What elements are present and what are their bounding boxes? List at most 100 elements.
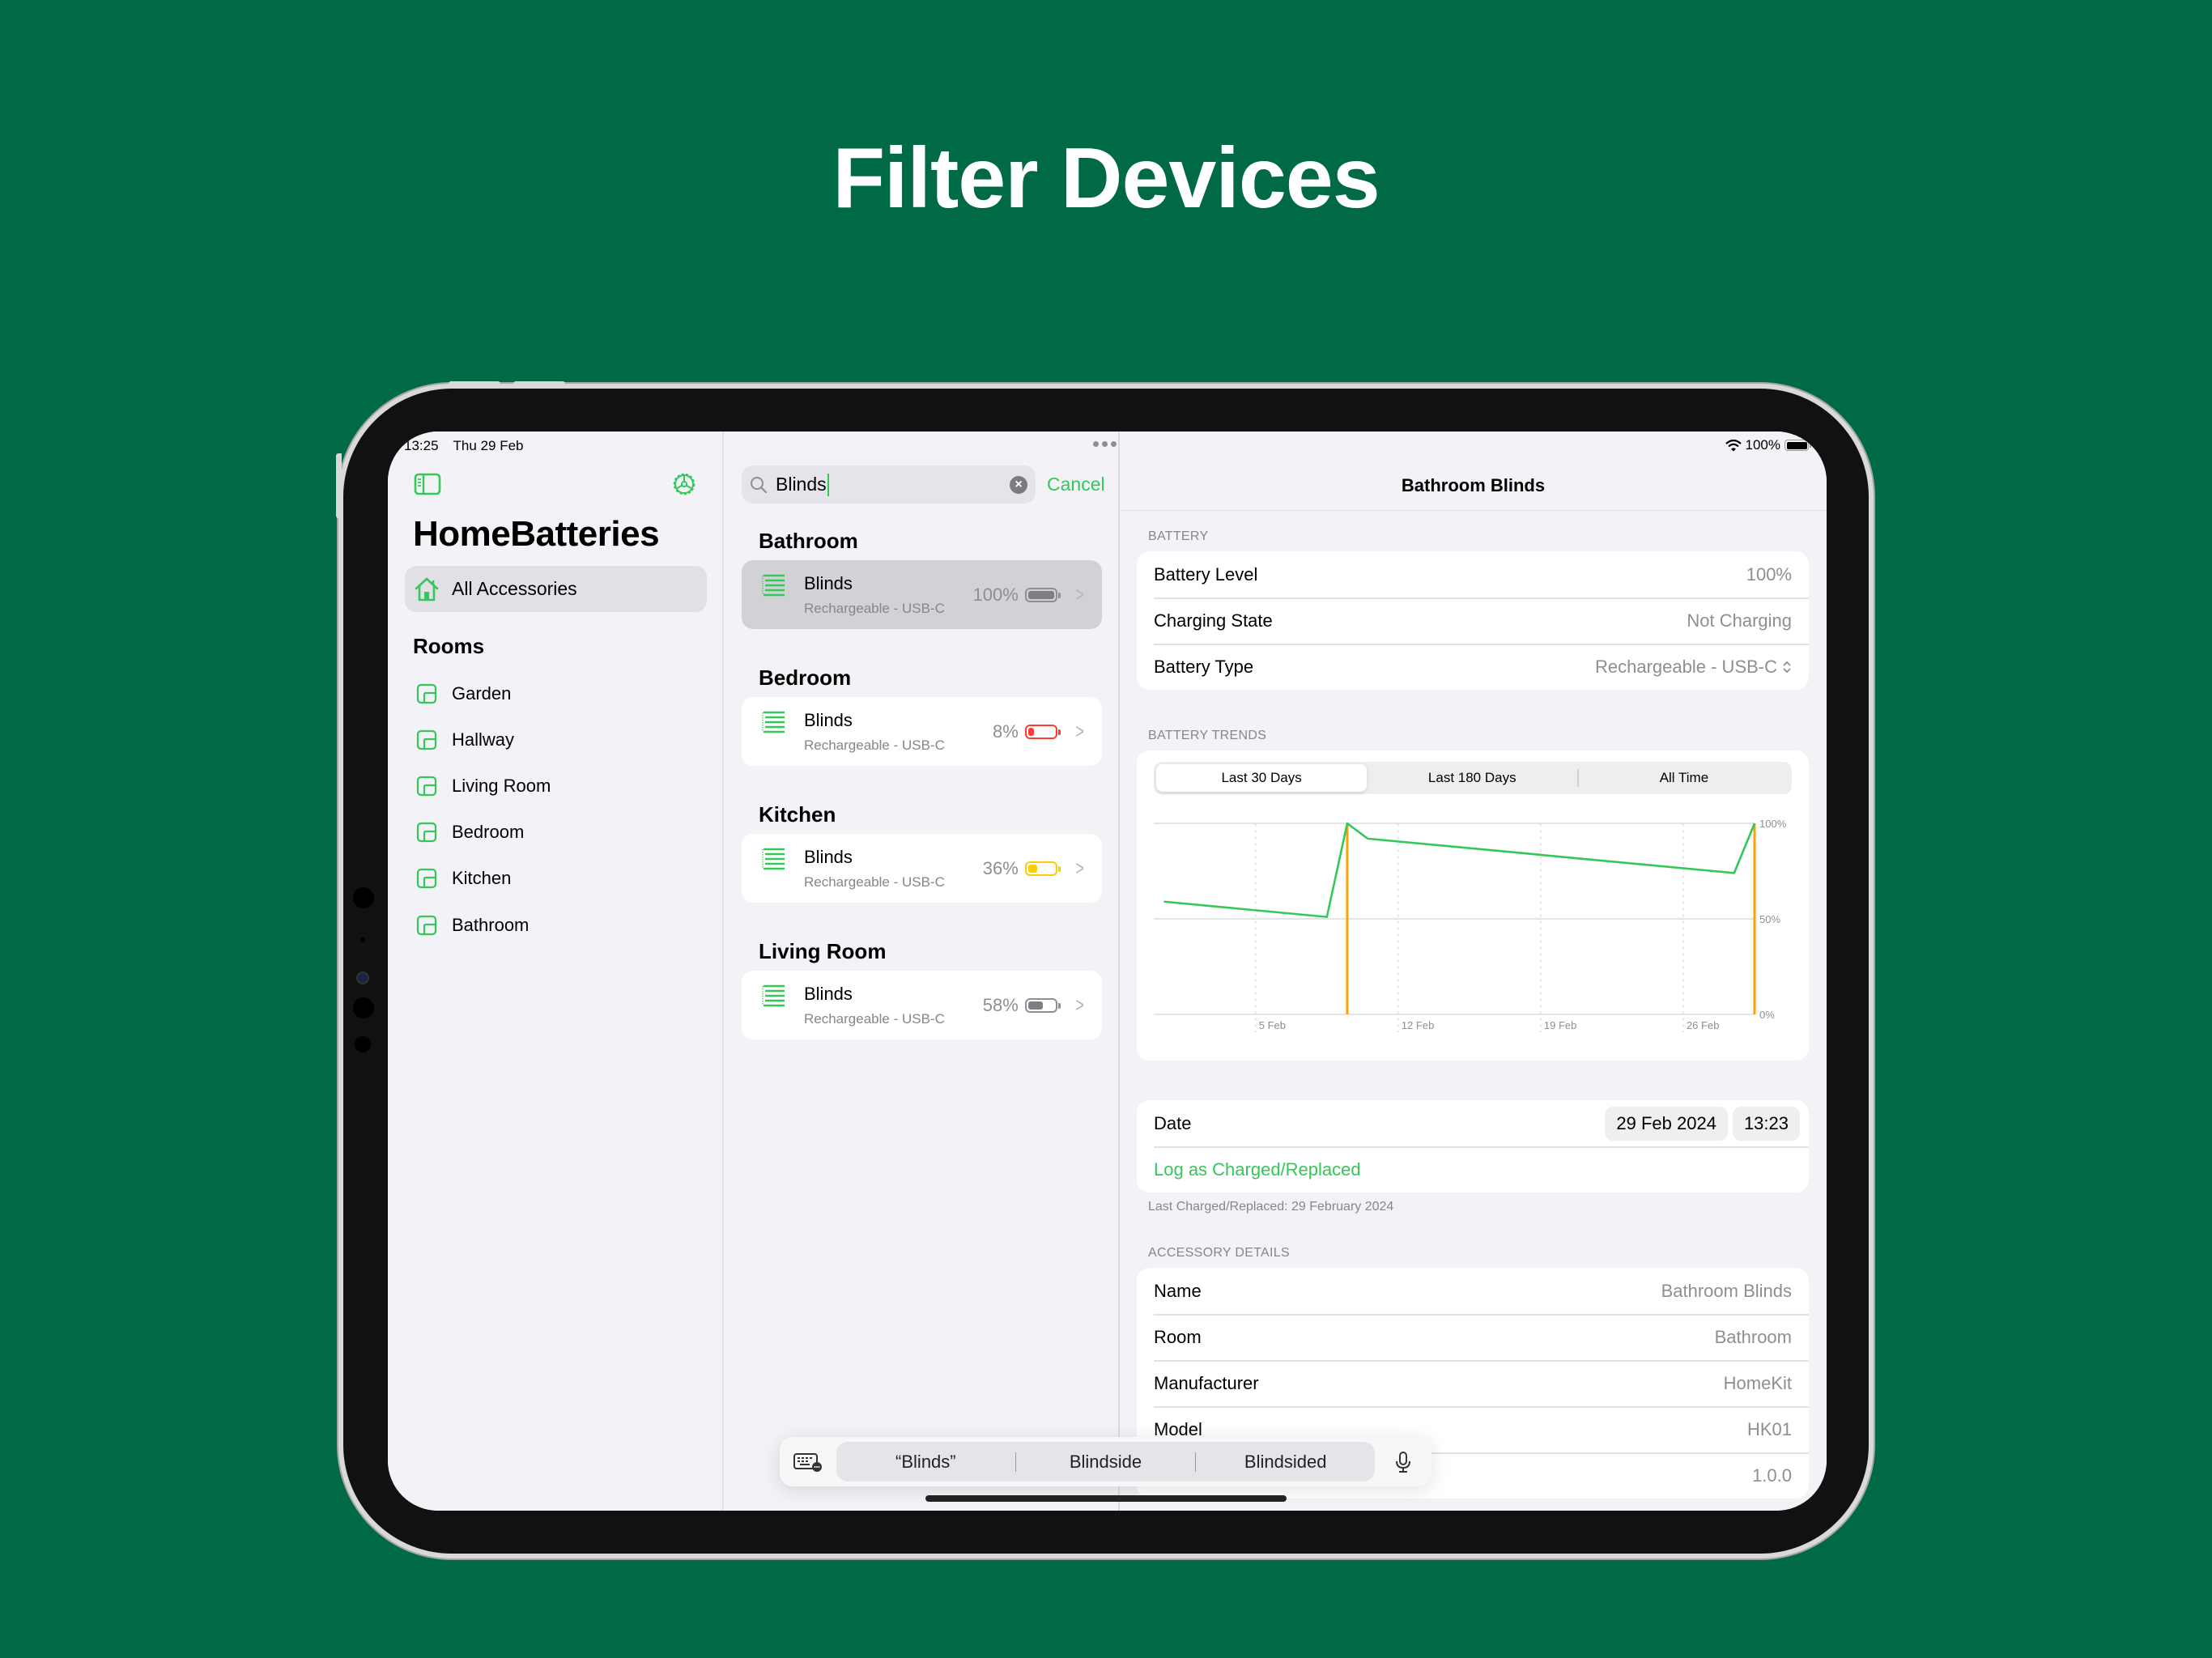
room-label: Kitchen [452,868,512,889]
battery-section-heading: BATTERY [1148,529,1209,543]
room-label: Living Room [452,775,551,796]
room-label: Garden [452,682,512,704]
device-row-living-room-blinds[interactable]: Blinds Rechargeable - USB-C 58% > [742,971,1102,1039]
volume-button [449,381,500,387]
microphone-icon [1396,1451,1410,1473]
battery-type-picker[interactable]: Rechargeable - USB-C [1595,657,1792,678]
chevron-up-down-icon [1783,661,1791,673]
results-column: Blinds × Cancel Bathroom Blinds Recharge… [724,432,1120,1511]
device-name: Blinds [804,710,853,730]
text-caret [827,473,830,496]
blinds-icon [761,710,785,738]
section-heading: Kitchen [759,802,836,827]
room-label: Bedroom [452,822,525,843]
row-value: HomeKit [1723,1372,1792,1393]
battery-level-row: Battery Level 100% [1137,551,1809,597]
house-icon [413,576,440,602]
row-value: Bathroom Blinds [1661,1280,1792,1301]
row-value: HK01 [1746,1418,1792,1439]
sidebar-item-living-room[interactable]: Living Room [405,763,707,809]
device-battery-type: Rechargeable - USB-C [804,601,945,616]
volume-button [513,381,565,387]
trends-section-heading: BATTERY TRENDS [1148,729,1267,742]
row-label: Manufacturer [1154,1372,1259,1393]
sidebar-toggle-icon [414,473,441,495]
section-heading: Bedroom [759,665,852,690]
section-heading: Living Room [759,939,887,963]
search-field[interactable]: Blinds × [742,466,1036,504]
device-row-kitchen-blinds[interactable]: Blinds Rechargeable - USB-C 36% > [742,834,1102,903]
log-card: Date 29 Feb 2024 13:23 Log as Charged/Repl… [1137,1100,1809,1192]
multitasking-dots-icon[interactable] [1093,441,1117,447]
device-battery-type: Rechargeable - USB-C [804,1011,945,1027]
room-row: Room Bathroom [1137,1314,1809,1360]
sensor [353,887,374,908]
detail-pane: 100% Bathroom Blinds BATTERY Battery Lev… [1120,432,1827,1511]
picker-value: Rechargeable - USB-C [1595,656,1777,677]
battery-trend-chart: 0% 50% 100% 5 Feb 12 Feb 19 Feb 26 Feb [1154,818,1787,1032]
sidebar-item-bedroom[interactable]: Bedroom [405,810,707,856]
battery-percent: 100% [972,584,1019,605]
room-icon [413,683,440,704]
keyboard-button[interactable] [780,1452,836,1472]
cancel-button[interactable]: Cancel [1047,474,1105,495]
date-picker[interactable]: 29 Feb 2024 [1605,1106,1728,1141]
y-tick-label: 50% [1759,913,1780,925]
x-tick-label: 19 Feb [1544,1019,1576,1031]
room-icon [413,868,440,889]
accessory-section-heading: ACCESSORY DETAILS [1148,1246,1290,1260]
app-title: HomeBatteries [413,514,660,554]
section-heading: Bathroom [759,529,858,553]
blinds-icon [761,984,785,1012]
suggestion-item[interactable]: Blindside [1016,1452,1195,1473]
chevron-right-icon: > [1075,719,1084,743]
battery-percent: 8% [993,721,1019,742]
battery-percent: 36% [982,857,1019,878]
sidebar-item-garden[interactable]: Garden [405,670,707,716]
row-label: Date [1154,1112,1192,1133]
suggestion-item[interactable]: “Blinds” [836,1452,1015,1473]
x-tick-label: 26 Feb [1687,1019,1719,1031]
device-name: Blinds [804,573,853,593]
dictation-button[interactable] [1375,1451,1431,1473]
sidebar-toggle-button[interactable] [414,470,441,498]
chevron-right-icon: > [1075,993,1084,1017]
y-tick-label: 100% [1759,818,1787,830]
row-label: Name [1154,1280,1202,1301]
device-battery-type: Rechargeable - USB-C [804,874,945,890]
room-icon [413,915,440,936]
log-charged-button[interactable]: Log as Charged/Replaced [1154,1159,1361,1180]
hero-title: Filter Devices [832,130,1380,226]
room-label: Hallway [452,729,515,750]
battery-level-line [1163,822,1756,918]
room-icon [413,776,440,797]
search-input[interactable]: Blinds [776,474,827,495]
camera-icon [356,971,369,984]
gear-icon [673,473,696,495]
sidebar: 13:25 Thu 29 Feb HomeBatteries All Access… [388,432,724,1511]
device-row-bathroom-blinds[interactable]: Blinds Rechargeable - USB-C 100% > [742,560,1102,629]
suggestion-item[interactable]: Blindsided [1196,1452,1375,1473]
battery-icon [1024,861,1061,876]
status-time: 13:25 [404,438,439,453]
name-row: Name Bathroom Blinds [1137,1268,1809,1314]
x-tick-label: 5 Feb [1259,1019,1286,1031]
y-tick-label: 0% [1759,1009,1775,1021]
trends-card: Last 30 Days Last 180 Days All Time 0% 50… [1137,750,1809,1061]
status-date: Thu 29 Feb [453,438,524,453]
device-name: Blinds [804,847,853,867]
row-label: Room [1154,1326,1202,1347]
time-picker[interactable]: 13:23 [1732,1106,1800,1141]
sidebar-item-bathroom[interactable]: Bathroom [405,902,707,948]
row-value: Not Charging [1687,610,1792,631]
sensor [355,1036,371,1052]
sidebar-item-all-accessories[interactable]: All Accessories [405,566,707,612]
keyboard-icon [793,1452,822,1472]
sidebar-item-kitchen[interactable]: Kitchen [405,856,707,902]
charging-state-row: Charging State Not Charging [1137,597,1809,644]
settings-button[interactable] [670,470,698,498]
sidebar-item-hallway[interactable]: Hallway [405,716,707,763]
clear-search-button[interactable]: × [1010,475,1027,494]
device-row-bedroom-blinds[interactable]: Blinds Rechargeable - USB-C 8% > [742,697,1102,766]
status-bar-left: 13:25 Thu 29 Feb [404,438,524,454]
